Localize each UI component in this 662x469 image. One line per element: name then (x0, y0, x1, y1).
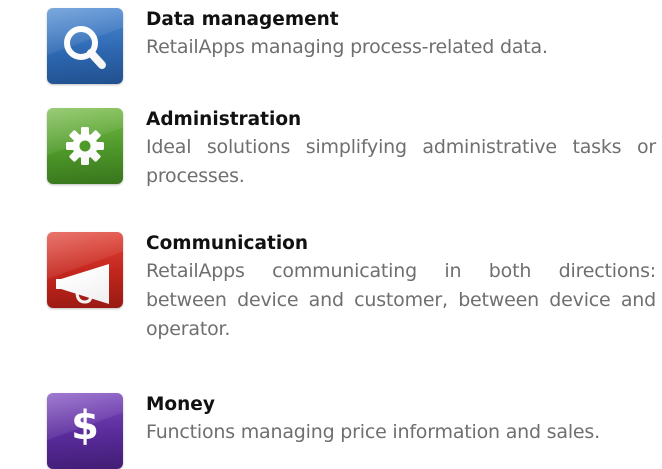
administration-description: Ideal solutions simplifying administrati… (146, 136, 656, 187)
communication-text: Communication RetailApps communicating i… (146, 232, 656, 344)
money-tile: $ (47, 393, 123, 469)
data-management-tile (47, 8, 123, 84)
dollar-icon: $ (71, 403, 99, 449)
administration-tile (47, 108, 123, 184)
megaphone-icon (56, 264, 109, 304)
money-description: Functions managing price information and… (146, 421, 600, 443)
svg-text:$: $ (71, 403, 99, 449)
communication-description: RetailApps communicating in both directi… (146, 260, 656, 340)
magnifier-icon (64, 26, 106, 69)
data-management-description: RetailApps managing process-related data… (146, 36, 548, 58)
communication-title: Communication (146, 233, 309, 254)
data-management-title: Data management (146, 9, 339, 30)
administration-text: Administration Ideal solutions simplifyi… (146, 108, 656, 191)
administration-title: Administration (146, 109, 302, 130)
money-title: Money (146, 394, 215, 415)
gear-icon (66, 127, 104, 165)
money-text: Money Functions managing price informati… (146, 393, 656, 447)
communication-tile (47, 232, 123, 308)
data-management-text: Data management RetailApps managing proc… (146, 8, 656, 62)
